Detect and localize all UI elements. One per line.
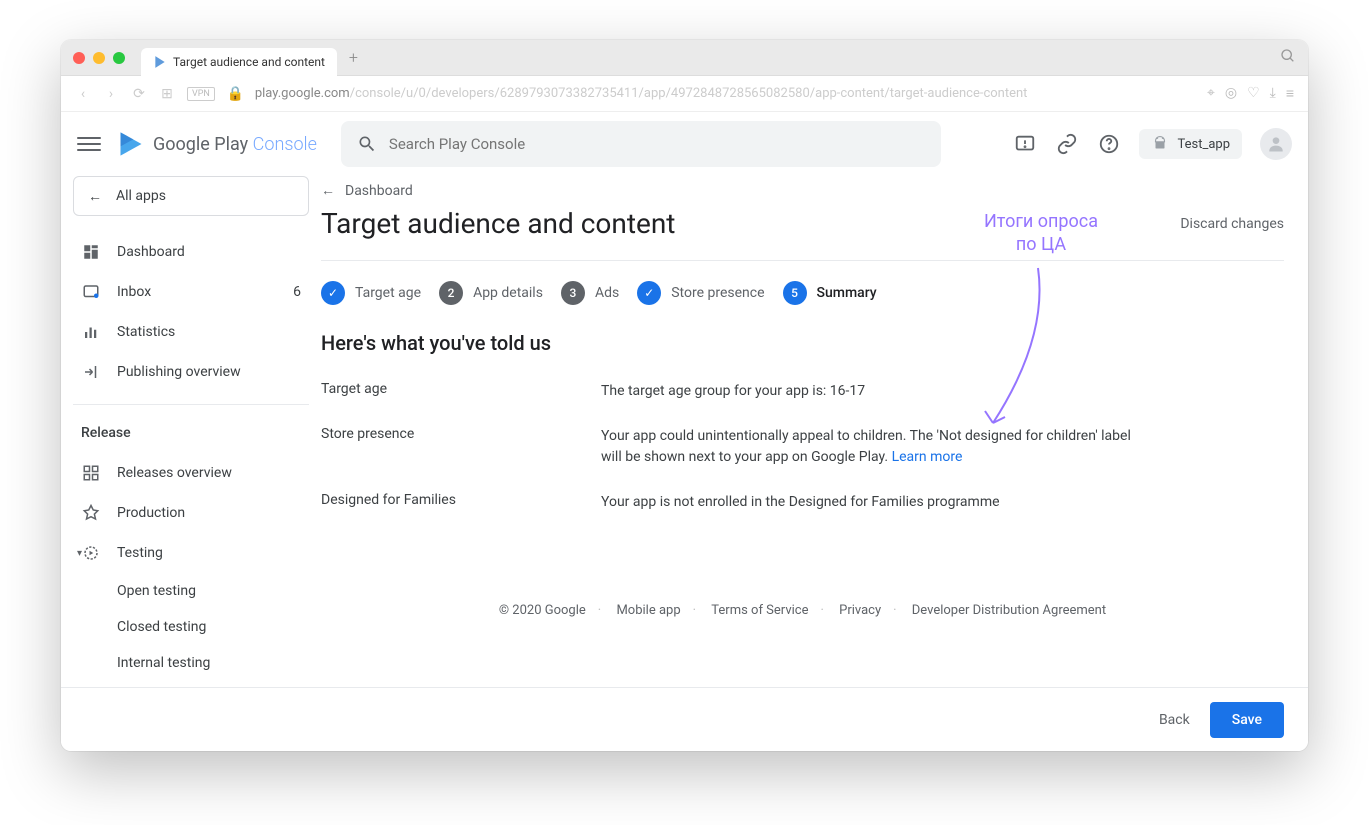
main-content: ← Dashboard Target audience and content … bbox=[321, 176, 1308, 751]
browser-tab[interactable]: Target audience and content bbox=[141, 48, 337, 76]
footer-link[interactable]: Mobile app bbox=[616, 603, 680, 618]
user-avatar[interactable] bbox=[1260, 128, 1292, 160]
help-icon[interactable] bbox=[1097, 132, 1121, 156]
search-tabs-icon[interactable] bbox=[1280, 48, 1296, 68]
vpn-badge: VPN bbox=[187, 87, 215, 101]
sidebar-sub-internal-testing[interactable]: Internal testing bbox=[73, 645, 309, 681]
footer: © 2020 Google· Mobile app· Terms of Serv… bbox=[321, 603, 1284, 618]
page-title: Target audience and content bbox=[321, 207, 675, 240]
window-minimize-icon[interactable] bbox=[93, 52, 105, 64]
play-icon bbox=[153, 55, 167, 69]
menu-toggle-button[interactable] bbox=[77, 132, 101, 156]
inbox-icon bbox=[81, 282, 101, 302]
sidebar-item-inbox[interactable]: Inbox 6 bbox=[73, 272, 309, 312]
sidebar-item-production[interactable]: Production bbox=[73, 493, 309, 533]
link-icon[interactable] bbox=[1055, 132, 1079, 156]
sidebar-sub-open-testing[interactable]: Open testing bbox=[73, 573, 309, 609]
sidebar-heading-release: Release bbox=[73, 417, 309, 453]
heart-icon[interactable]: ♡ bbox=[1247, 85, 1260, 102]
dashboard-icon bbox=[81, 242, 101, 262]
stepper: ✓Target age 2App details 3Ads ✓Store pre… bbox=[321, 281, 1284, 305]
save-button[interactable]: Save bbox=[1210, 702, 1284, 738]
footer-link[interactable]: Privacy bbox=[839, 603, 881, 618]
window-titlebar: Target audience and content + bbox=[61, 40, 1308, 76]
production-icon bbox=[81, 503, 101, 523]
sidebar-sub-closed-testing[interactable]: Closed testing bbox=[73, 609, 309, 645]
search-input[interactable] bbox=[389, 135, 925, 153]
search-icon bbox=[357, 134, 377, 154]
sidebar-item-statistics[interactable]: Statistics bbox=[73, 312, 309, 352]
app-header: Google Play Console Test_app bbox=[61, 112, 1308, 176]
step-summary[interactable]: 5Summary bbox=[783, 281, 877, 305]
tab-title: Target audience and content bbox=[173, 55, 325, 69]
search-box[interactable] bbox=[341, 121, 941, 167]
camera-icon[interactable]: ◎ bbox=[1225, 85, 1237, 102]
check-icon: ✓ bbox=[321, 281, 345, 305]
play-console-logo[interactable]: Google Play Console bbox=[117, 130, 317, 158]
lock-icon: 🔒 bbox=[227, 86, 243, 102]
check-icon: ✓ bbox=[637, 281, 661, 305]
url-text[interactable]: play.google.com/console/u/0/developers/6… bbox=[255, 86, 1195, 101]
new-tab-button[interactable]: + bbox=[349, 48, 358, 67]
step-target-age[interactable]: ✓Target age bbox=[321, 281, 421, 305]
browser-url-bar: ‹ › ⟳ ⊞ VPN 🔒 play.google.com/console/u/… bbox=[61, 76, 1308, 112]
nav-reload-icon[interactable]: ⟳ bbox=[131, 86, 147, 102]
publishing-icon bbox=[81, 362, 101, 382]
nav-back-icon[interactable]: ‹ bbox=[75, 86, 91, 102]
back-button[interactable]: Back bbox=[1159, 712, 1190, 728]
row-designed-families: Designed for Families Your app is not en… bbox=[321, 492, 1284, 513]
releases-icon bbox=[81, 463, 101, 483]
step-ads[interactable]: 3Ads bbox=[561, 281, 619, 305]
sidebar-item-releases-overview[interactable]: Releases overview bbox=[73, 453, 309, 493]
action-bar: Back Save bbox=[61, 687, 1308, 751]
extensions-icon[interactable]: ⊞ bbox=[159, 86, 175, 102]
footer-link[interactable]: Developer Distribution Agreement bbox=[912, 603, 1106, 618]
arrow-left-icon: ← bbox=[88, 188, 102, 205]
nav-forward-icon[interactable]: › bbox=[103, 86, 119, 102]
window-close-icon[interactable] bbox=[73, 52, 85, 64]
download-icon[interactable]: ⤓ bbox=[1270, 85, 1276, 102]
breadcrumb[interactable]: ← Dashboard bbox=[321, 182, 1284, 199]
reader-icon[interactable]: ⌖ bbox=[1207, 85, 1215, 102]
step-app-details[interactable]: 2App details bbox=[439, 281, 543, 305]
all-apps-button[interactable]: ← All apps bbox=[73, 176, 309, 216]
row-target-age: Target age The target age group for your… bbox=[321, 381, 1284, 402]
section-heading: Here's what you've told us bbox=[321, 331, 1284, 355]
statistics-icon bbox=[81, 322, 101, 342]
chevron-down-icon: ▾ bbox=[77, 548, 87, 559]
row-store-presence: Store presence Your app could unintentio… bbox=[321, 426, 1284, 468]
sidebar-item-publishing[interactable]: Publishing overview bbox=[73, 352, 309, 392]
play-logo-icon bbox=[117, 130, 145, 158]
feedback-icon[interactable] bbox=[1013, 132, 1037, 156]
arrow-left-icon: ← bbox=[321, 182, 335, 199]
sidebar-item-testing[interactable]: ▾ Testing bbox=[73, 533, 309, 573]
inbox-count: 6 bbox=[293, 284, 301, 300]
step-store-presence[interactable]: ✓Store presence bbox=[637, 281, 764, 305]
sidebar: ← All apps Dashboard Inbox 6 Statistics … bbox=[61, 176, 321, 751]
menu-icon[interactable]: ≡ bbox=[1286, 85, 1294, 102]
app-selector[interactable]: Test_app bbox=[1139, 129, 1242, 159]
discard-changes-button[interactable]: Discard changes bbox=[1180, 216, 1284, 232]
learn-more-link[interactable]: Learn more bbox=[892, 449, 963, 465]
window-maximize-icon[interactable] bbox=[113, 52, 125, 64]
footer-link[interactable]: Terms of Service bbox=[711, 603, 808, 618]
android-icon bbox=[1151, 135, 1169, 153]
sidebar-item-dashboard[interactable]: Dashboard bbox=[73, 232, 309, 272]
